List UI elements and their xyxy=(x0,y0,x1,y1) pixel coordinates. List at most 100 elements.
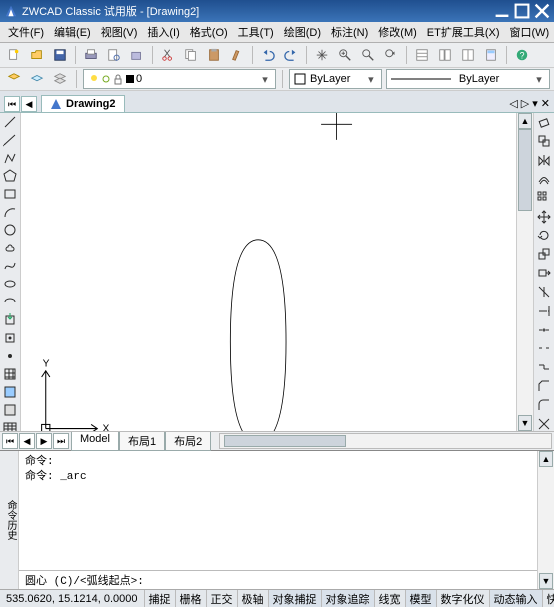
ms-first-icon[interactable]: ⏮ xyxy=(2,433,18,449)
tab-next-arrow-icon[interactable]: ▷ xyxy=(521,97,529,110)
tab-model[interactable]: Model xyxy=(71,432,119,451)
menu-dim[interactable]: 标注(N) xyxy=(327,23,372,41)
circle-tool-icon[interactable] xyxy=(2,223,18,237)
print-icon[interactable] xyxy=(81,45,101,65)
cmd-handle-icon[interactable]: 命令历史 xyxy=(0,451,19,589)
pan-icon[interactable] xyxy=(312,45,332,65)
chamfer-icon[interactable] xyxy=(536,379,552,394)
revcloud-tool-icon[interactable] xyxy=(2,241,18,255)
menu-view[interactable]: 视图(V) xyxy=(97,23,142,41)
spline-tool-icon[interactable] xyxy=(2,259,18,273)
arc-tool-icon[interactable] xyxy=(2,205,18,219)
zoom-prev-icon[interactable] xyxy=(381,45,401,65)
linetype-combo[interactable]: ByLayer ▾ xyxy=(386,69,550,89)
break-icon[interactable] xyxy=(536,341,552,356)
close-button[interactable] xyxy=(534,4,550,18)
drawing-canvas[interactable]: X Y xyxy=(21,113,516,431)
mirror-icon[interactable] xyxy=(536,153,552,168)
tab-layout2[interactable]: 布局2 xyxy=(165,432,211,451)
command-input[interactable]: 圆心 (C)/<弧线起点>: xyxy=(19,570,537,589)
point-tool-icon[interactable] xyxy=(2,349,18,363)
zoom-window-icon[interactable] xyxy=(358,45,378,65)
calc-icon[interactable] xyxy=(481,45,501,65)
layer-mgr-icon[interactable] xyxy=(4,69,23,89)
ellipse-arc-tool-icon[interactable] xyxy=(2,295,18,309)
erase-icon[interactable] xyxy=(536,115,552,130)
join-icon[interactable] xyxy=(536,360,552,375)
menu-tools[interactable]: 工具(T) xyxy=(234,23,278,41)
break-point-icon[interactable] xyxy=(536,322,552,337)
menu-et[interactable]: ET扩展工具(X) xyxy=(423,23,504,41)
explode-icon[interactable] xyxy=(536,416,552,431)
polyline-tool-icon[interactable] xyxy=(2,151,18,165)
publish-icon[interactable] xyxy=(127,45,147,65)
insert-block-icon[interactable] xyxy=(2,313,18,327)
rect-tool-icon[interactable] xyxy=(2,187,18,201)
mode-grid[interactable]: 栅格 xyxy=(175,590,206,607)
open-icon[interactable] xyxy=(27,45,47,65)
tab-layout1[interactable]: 布局1 xyxy=(119,432,165,451)
tab-prev-arrow-icon[interactable]: ◁ xyxy=(509,97,517,110)
layer-states-icon[interactable] xyxy=(51,69,70,89)
menu-draw[interactable]: 绘图(D) xyxy=(280,23,325,41)
tab-first-icon[interactable]: ⏮ xyxy=(4,96,20,112)
ellipse-tool-icon[interactable] xyxy=(2,277,18,291)
color-combo[interactable]: ByLayer ▾ xyxy=(289,69,382,89)
preview-icon[interactable] xyxy=(104,45,124,65)
mode-osnap[interactable]: 对象捕捉 xyxy=(268,590,321,607)
paste-icon[interactable] xyxy=(204,45,224,65)
mode-polar[interactable]: 极轴 xyxy=(237,590,268,607)
minimize-button[interactable] xyxy=(494,4,510,18)
help-icon[interactable]: ? xyxy=(512,45,532,65)
menu-insert[interactable]: 插入(I) xyxy=(143,23,183,41)
line-tool-icon[interactable] xyxy=(2,115,18,129)
menu-modify[interactable]: 修改(M) xyxy=(374,23,421,41)
redo-icon[interactable] xyxy=(281,45,301,65)
scroll-down-icon[interactable]: ▼ xyxy=(518,415,532,431)
copy-modify-icon[interactable] xyxy=(536,134,552,149)
scroll-up-icon[interactable]: ▲ xyxy=(518,113,532,129)
mode-otrack[interactable]: 对象追踪 xyxy=(321,590,374,607)
rotate-icon[interactable] xyxy=(536,228,552,243)
zoom-realtime-icon[interactable] xyxy=(335,45,355,65)
ms-next-icon[interactable]: ▶ xyxy=(36,433,52,449)
region-tool-icon[interactable] xyxy=(2,403,18,417)
document-tab[interactable]: Drawing2 xyxy=(41,95,125,112)
menu-format[interactable]: 格式(O) xyxy=(186,23,232,41)
horizontal-scrollbar[interactable] xyxy=(219,433,552,449)
move-icon[interactable] xyxy=(536,209,552,224)
ms-last-icon[interactable]: ⏭ xyxy=(53,433,69,449)
menu-edit[interactable]: 编辑(E) xyxy=(50,23,95,41)
xline-tool-icon[interactable] xyxy=(2,133,18,147)
scale-icon[interactable] xyxy=(536,247,552,262)
mode-dyn[interactable]: 动态输入 xyxy=(489,590,542,607)
hscroll-thumb[interactable] xyxy=(224,435,346,447)
mode-tablet[interactable]: 数字化仪 xyxy=(436,590,489,607)
cut-icon[interactable] xyxy=(158,45,178,65)
ms-prev-icon[interactable]: ◀ xyxy=(19,433,35,449)
offset-icon[interactable] xyxy=(536,171,552,186)
array-icon[interactable] xyxy=(536,190,552,205)
tab-dropdown-icon[interactable]: ▾ xyxy=(532,97,538,110)
fillet-icon[interactable] xyxy=(536,397,552,412)
undo-icon[interactable] xyxy=(258,45,278,65)
hatch-tool-icon[interactable] xyxy=(2,367,18,381)
scroll-down-icon[interactable]: ▼ xyxy=(539,573,553,589)
new-icon[interactable] xyxy=(4,45,24,65)
maximize-button[interactable] xyxy=(514,4,530,18)
gradient-tool-icon[interactable] xyxy=(2,385,18,399)
mode-lw[interactable]: 线宽 xyxy=(374,590,405,607)
vertical-scrollbar[interactable]: ▲ ▼ xyxy=(516,113,533,431)
mode-snap[interactable]: 捕捉 xyxy=(144,590,175,607)
mode-ortho[interactable]: 正交 xyxy=(206,590,237,607)
properties-icon[interactable] xyxy=(412,45,432,65)
tab-close-icon[interactable]: ✕ xyxy=(541,97,550,110)
cmd-scrollbar[interactable]: ▲ ▼ xyxy=(537,451,554,589)
designcenter-icon[interactable] xyxy=(435,45,455,65)
match-icon[interactable] xyxy=(227,45,247,65)
mode-qp[interactable]: 快 xyxy=(542,590,554,607)
stretch-icon[interactable] xyxy=(536,266,552,281)
save-icon[interactable] xyxy=(50,45,70,65)
mode-model[interactable]: 模型 xyxy=(405,590,436,607)
copy-icon[interactable] xyxy=(181,45,201,65)
